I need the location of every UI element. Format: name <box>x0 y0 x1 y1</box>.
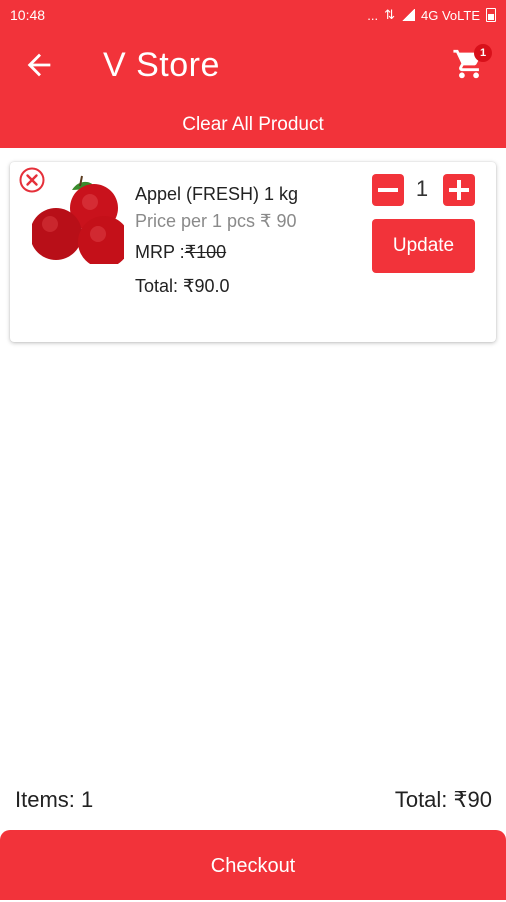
back-arrow-icon[interactable] <box>22 48 56 82</box>
cart-item-card: Appel (FRESH) 1 kg Price per 1 pcs ₹ 90 … <box>10 162 496 342</box>
network-label: 4G VoLTE <box>420 7 480 23</box>
product-unit-price: Price per 1 pcs ₹ 90 <box>135 211 297 231</box>
clear-all-button[interactable]: Clear All Product <box>0 100 506 148</box>
battery-icon <box>486 8 496 22</box>
status-dots: ... <box>367 7 379 23</box>
status-icons: ... ⇅ 4G VoLTE <box>367 7 496 23</box>
product-total: Total: ₹90.0 <box>135 276 230 296</box>
product-name: Appel (FRESH) 1 kg <box>135 184 299 204</box>
items-count: Items: 1 <box>15 787 94 812</box>
product-mrp: MRP :₹100 <box>135 242 226 263</box>
increase-quantity-button[interactable] <box>443 174 475 206</box>
status-time: 10:48 <box>10 7 46 23</box>
checkout-button[interactable]: Checkout <box>0 830 506 900</box>
quantity-value: 1 <box>415 176 429 201</box>
data-arrows-icon: ⇅ <box>384 7 395 22</box>
signal-icon <box>400 9 415 21</box>
cart-count-badge: 1 <box>474 44 492 62</box>
mrp-value: ₹100 <box>184 242 227 262</box>
mrp-label: MRP : <box>135 242 185 262</box>
remove-icon[interactable] <box>18 166 46 194</box>
decrease-quantity-button[interactable] <box>372 174 404 206</box>
update-button[interactable]: Update <box>372 219 475 273</box>
cart-total: Total: ₹90 <box>394 787 492 812</box>
page-title: V Store <box>103 46 220 84</box>
status-bar: 10:48 ... ⇅ 4G VoLTE <box>0 0 506 30</box>
app-bar: V Store 1 <box>0 30 506 100</box>
